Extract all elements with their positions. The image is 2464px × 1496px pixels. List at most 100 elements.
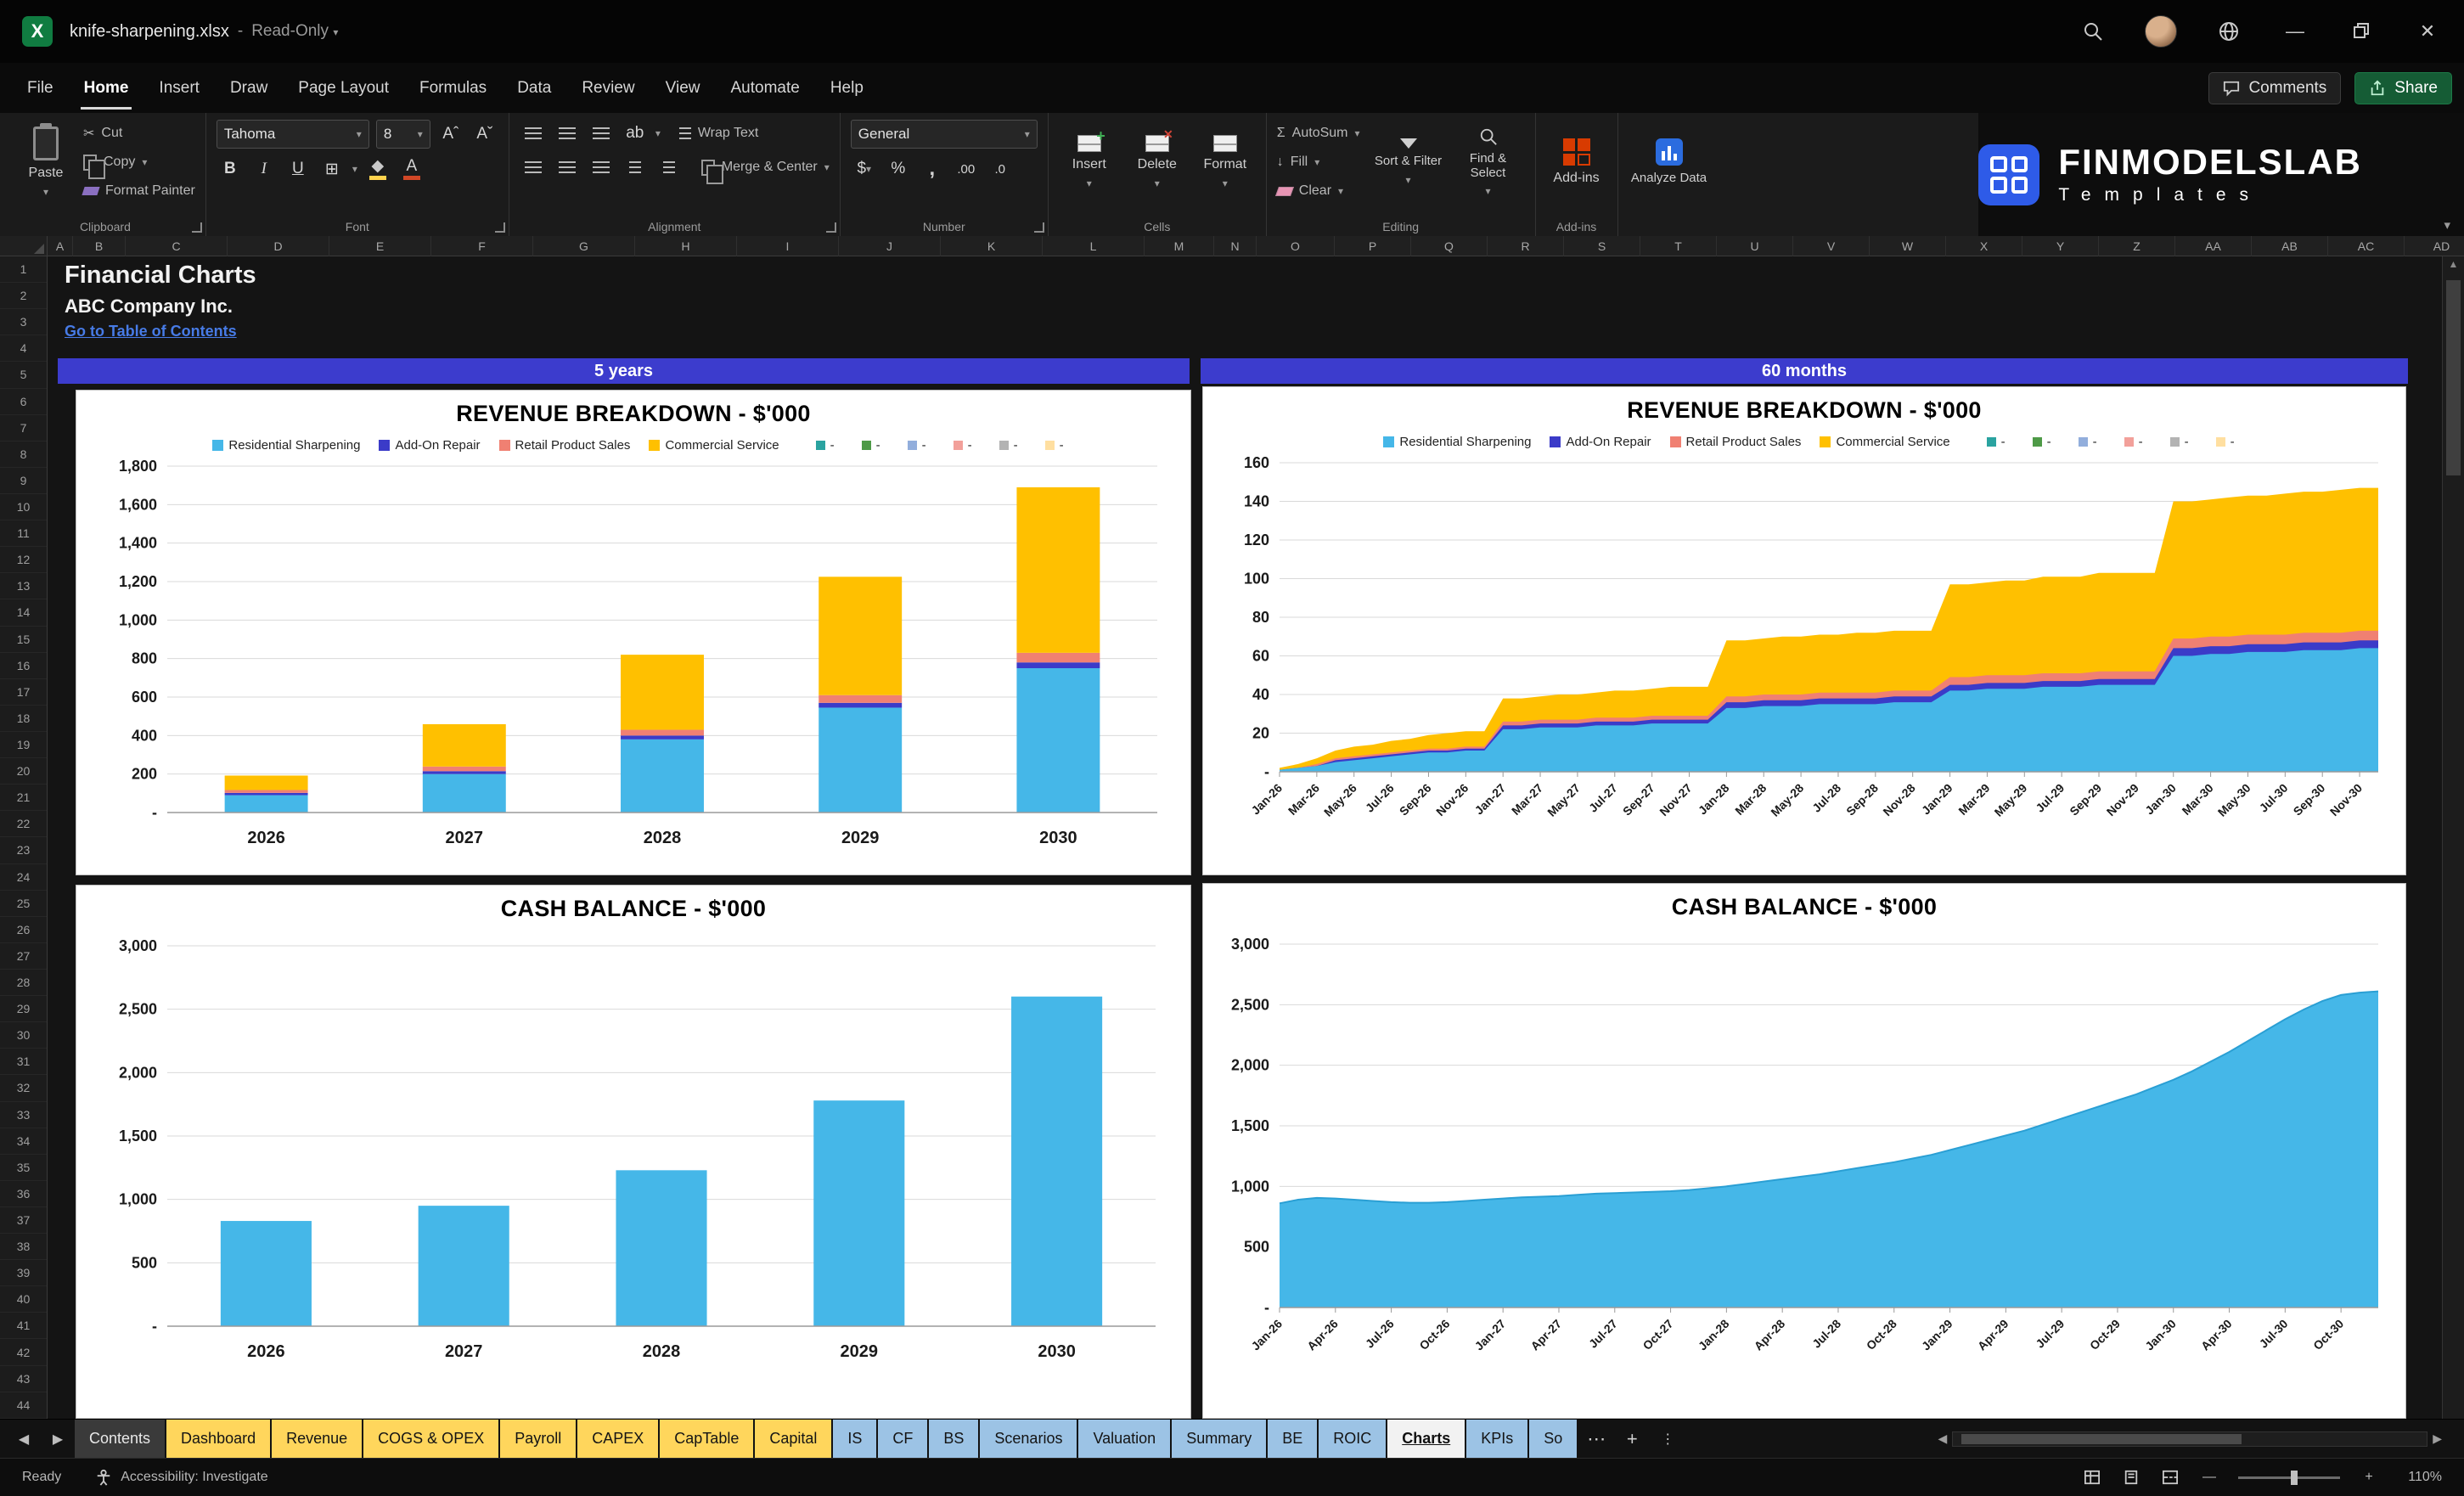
column-header-G[interactable]: G [533,236,635,256]
row-header-27[interactable]: 27 [0,943,47,970]
scroll-right-icon[interactable]: ▶ [2427,1431,2447,1446]
menu-help[interactable]: Help [815,63,879,113]
row-header-40[interactable]: 40 [0,1286,47,1313]
page-layout-view-icon[interactable] [2121,1469,2141,1486]
align-left-icon[interactable] [520,154,547,181]
sheet-tab-revenue[interactable]: Revenue [272,1420,363,1458]
autosum-button[interactable]: Σ AutoSum ▾ [1277,121,1360,146]
row-header-1[interactable]: 1 [0,256,47,284]
chart-revenue-breakdown-annual[interactable]: REVENUE BREAKDOWN - $'000 Residential Sh… [76,390,1191,875]
scroll-up-icon[interactable]: ▲ [2443,258,2464,270]
comma-style-button[interactable]: , [919,155,946,183]
row-header-7[interactable]: 7 [0,415,47,441]
horizontal-scrollbar[interactable]: ◀ ▶ [1932,1420,2464,1458]
sheet-tab-capex[interactable]: CAPEX [577,1420,659,1458]
row-header-36[interactable]: 36 [0,1181,47,1207]
column-header-B[interactable]: B [73,236,126,256]
vertical-scrollbar[interactable]: ▲ [2442,256,2464,1419]
column-header-J[interactable]: J [839,236,941,256]
sheet-tab-scenarios[interactable]: Scenarios [980,1420,1077,1458]
row-header-19[interactable]: 19 [0,732,47,759]
sheet-tab-bs[interactable]: BS [929,1420,979,1458]
row-header-4[interactable]: 4 [0,335,47,363]
bold-button[interactable]: B [217,155,244,183]
close-button[interactable]: ✕ [2413,17,2442,46]
decrease-indent-icon[interactable] [622,154,649,181]
row-header-20[interactable]: 20 [0,758,47,785]
menu-review[interactable]: Review [566,63,650,113]
row-header-33[interactable]: 33 [0,1102,47,1128]
font-dialog-launcher[interactable] [494,222,505,233]
page-break-view-icon[interactable] [2160,1469,2180,1486]
column-header-AC[interactable]: AC [2328,236,2405,256]
row-header-11[interactable]: 11 [0,520,47,548]
column-header-L[interactable]: L [1043,236,1145,256]
align-center-icon[interactable] [554,154,581,181]
column-header-H[interactable]: H [635,236,737,256]
add-sheet-button[interactable]: + [1614,1420,1650,1458]
column-header-AA[interactable]: AA [2175,236,2252,256]
column-header-V[interactable]: V [1793,236,1870,256]
fill-button[interactable]: ↓ Fill ▾ [1277,149,1360,175]
orientation-button[interactable]: ab [622,120,649,147]
column-header-O[interactable]: O [1257,236,1335,256]
comments-button[interactable]: Comments [2208,71,2342,104]
cut-button[interactable]: ✂ Cut [83,121,195,146]
row-header-25[interactable]: 25 [0,891,47,917]
currency-format-button[interactable]: $ ▾ [851,155,878,183]
increase-indent-icon[interactable] [655,154,683,181]
fill-color-button[interactable]: ◆ [364,155,391,183]
row-header-3[interactable]: 3 [0,309,47,336]
row-header-30[interactable]: 30 [0,1022,47,1049]
row-header-13[interactable]: 13 [0,573,47,600]
column-header-N[interactable]: N [1214,236,1257,256]
read-only-badge[interactable]: Read-Only ▾ [251,22,338,41]
row-header-14[interactable]: 14 [0,599,47,627]
increase-decimal-button[interactable]: .00 [953,155,980,183]
sheet-nav-left-icon[interactable]: ◀ [7,1420,41,1458]
row-header-16[interactable]: 16 [0,653,47,679]
column-header-C[interactable]: C [126,236,228,256]
shrink-font-button[interactable]: Aˇ [471,121,498,148]
row-header-26[interactable]: 26 [0,917,47,943]
decrease-decimal-button[interactable]: .0 [987,155,1014,183]
row-header-6[interactable]: 6 [0,389,47,415]
excel-app-icon[interactable]: X [22,16,53,47]
alignment-dialog-launcher[interactable] [825,222,836,233]
grow-font-button[interactable]: Aˆ [437,121,464,148]
sheet-tab-contents[interactable]: Contents [75,1420,166,1458]
column-header-K[interactable]: K [941,236,1043,256]
accessibility-status[interactable]: Accessibility: Investigate [95,1469,268,1486]
row-header-23[interactable]: 23 [0,837,47,864]
sheet-tab-capital[interactable]: Capital [755,1420,832,1458]
paste-button[interactable]: Paste ▾ [15,120,76,205]
sheet-tab-is[interactable]: IS [833,1420,877,1458]
menu-view[interactable]: View [650,63,716,113]
row-header-28[interactable]: 28 [0,970,47,997]
column-header-Q[interactable]: Q [1411,236,1488,256]
column-header-D[interactable]: D [228,236,329,256]
addins-button[interactable]: Add-ins [1546,120,1607,205]
column-header-A[interactable]: A [48,236,73,256]
row-header-37[interactable]: 37 [0,1207,47,1234]
sheet-tab-payroll[interactable]: Payroll [500,1420,577,1458]
zoom-slider[interactable] [2238,1470,2340,1485]
account-avatar[interactable] [2145,15,2177,48]
scroll-left-icon[interactable]: ◀ [1932,1431,1952,1446]
row-header-42[interactable]: 42 [0,1339,47,1366]
format-cells-button[interactable]: Format ▾ [1195,120,1256,205]
column-header-W[interactable]: W [1870,236,1946,256]
merge-center-button[interactable]: Merge & Center ▾ [700,155,830,184]
table-of-contents-link[interactable]: Go to Table of Contents [65,323,237,340]
copy-button[interactable]: Copy ▾ [83,149,195,179]
format-painter-button[interactable]: Format Painter [82,178,195,204]
horizontal-scroll-track[interactable] [1952,1431,2428,1447]
select-all-corner[interactable] [0,236,48,256]
analyze-data-button[interactable]: Analyze Data [1629,120,1710,205]
collapse-ribbon-icon[interactable]: ▾ [2444,217,2450,233]
more-sheets-button[interactable]: ⋯ [1578,1420,1614,1458]
clear-button[interactable]: Clear ▾ [1274,178,1360,204]
menu-formulas[interactable]: Formulas [404,63,502,113]
row-header-43[interactable]: 43 [0,1366,47,1392]
row-header-39[interactable]: 39 [0,1260,47,1287]
